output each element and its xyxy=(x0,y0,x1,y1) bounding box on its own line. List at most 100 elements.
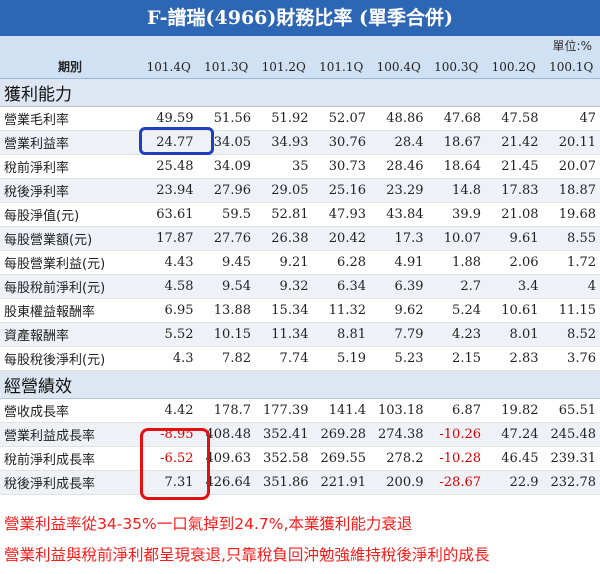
section-header: 經營績效 xyxy=(0,370,600,399)
table-cell: 46.45 xyxy=(485,446,543,471)
header-period: 101.2Q xyxy=(255,56,313,79)
table-cell: 5.23 xyxy=(370,346,428,371)
header-period: 101.4Q xyxy=(140,56,198,79)
table-cell: 6.87 xyxy=(427,398,485,423)
table-cell: 274.38 xyxy=(370,422,428,447)
table-cell: 2.15 xyxy=(427,346,485,371)
table-header: 期別 101.4Q 101.3Q 101.2Q 101.1Q 100.4Q 100.3Q 10… xyxy=(0,56,600,79)
table-cell: 8.81 xyxy=(312,322,370,347)
table-cell: 47.58 xyxy=(485,106,543,131)
table-cell: 3.4 xyxy=(485,274,543,299)
table-cell: 7.74 xyxy=(255,346,313,371)
row-label: 營收成長率 xyxy=(0,398,140,423)
financial-ratio-table: 期別 101.4Q 101.3Q 101.2Q 101.1Q 100.4Q 100.3Q 10… xyxy=(0,56,600,495)
header-period-label: 期別 xyxy=(0,56,140,79)
table-row: 每股稅前淨利(元) 4.58 9.54 9.32 6.34 6.39 2.7 3.4 4 xyxy=(0,274,600,299)
row-label: 股東權益報酬率 xyxy=(0,298,140,323)
table-cell: 28.46 xyxy=(370,154,428,179)
table-cell: 232.78 xyxy=(542,470,600,495)
row-label: 每股營業額(元) xyxy=(0,226,140,251)
table-row: 稅後淨利成長率 7.31 426.64 351.86 221.91 200.9 -28.67… xyxy=(0,470,600,495)
table-cell: 25.16 xyxy=(312,178,370,203)
table-cell: 63.61 xyxy=(140,202,198,227)
table-cell: 47.93 xyxy=(312,202,370,227)
section-header: 獲利能力 xyxy=(0,78,600,107)
table-row: 每股營業額(元) 17.87 27.76 26.38 20.42 17.3 10.07 9.6… xyxy=(0,226,600,251)
table-cell: 7.82 xyxy=(197,346,255,371)
table-cell: 52.81 xyxy=(255,202,313,227)
table-cell: 6.34 xyxy=(312,274,370,299)
table-cell: 10.15 xyxy=(197,322,255,347)
header-period: 100.3Q xyxy=(427,56,485,79)
row-label: 每股淨值(元) xyxy=(0,202,140,227)
row-label: 稅前淨利成長率 xyxy=(0,446,140,471)
table-cell: 10.61 xyxy=(485,298,543,323)
header-period: 100.4Q xyxy=(370,56,428,79)
table-cell: 20.42 xyxy=(312,226,370,251)
table-cell: 52.07 xyxy=(312,106,370,131)
table-cell: 9.32 xyxy=(255,274,313,299)
table-cell: 269.28 xyxy=(312,422,370,447)
table-cell: 30.73 xyxy=(312,154,370,179)
table-cell: 23.94 xyxy=(140,178,198,203)
table-cell: 1.88 xyxy=(427,250,485,275)
row-label: 每股稅後淨利(元) xyxy=(0,346,140,371)
table-cell: 141.4 xyxy=(312,398,370,423)
header-period: 100.2Q xyxy=(485,56,543,79)
table-cell: 22.9 xyxy=(485,470,543,495)
table-cell: 351.86 xyxy=(255,470,313,495)
table-cell: 35 xyxy=(255,154,313,179)
table-cell: 48.86 xyxy=(370,106,428,131)
table-row: 稅後淨利率 23.94 27.96 29.05 25.16 23.29 14.8 17.83 1… xyxy=(0,178,600,203)
table-cell: 27.76 xyxy=(197,226,255,251)
unit-label: 單位:% xyxy=(552,39,592,53)
table-cell: 30.76 xyxy=(312,130,370,155)
table-cell: 13.88 xyxy=(197,298,255,323)
table-cell: 11.32 xyxy=(312,298,370,323)
table-cell: 21.45 xyxy=(485,154,543,179)
table-row: 稅前淨利成長率 -6.52 409.63 352.58 269.55 278.2 -10.2… xyxy=(0,446,600,471)
table-row: 每股營業利益(元) 4.43 9.45 9.21 6.28 4.91 1.88 2.06 1.7… xyxy=(0,250,600,275)
annotation-note-2: 營業利益與稅前淨利都呈現衰退,只靠稅負回沖勉強維持稅後淨利的成長 xyxy=(4,546,490,564)
table-cell: 29.05 xyxy=(255,178,313,203)
table-cell: 43.84 xyxy=(370,202,428,227)
table-cell: 47.68 xyxy=(427,106,485,131)
table-cell: 51.92 xyxy=(255,106,313,131)
table-cell: 278.2 xyxy=(370,446,428,471)
table-cell: 9.54 xyxy=(197,274,255,299)
table-cell: 19.68 xyxy=(542,202,600,227)
table-cell: 352.58 xyxy=(255,446,313,471)
table-cell: 26.38 xyxy=(255,226,313,251)
table-cell: 20.11 xyxy=(542,130,600,155)
table-cell: 18.64 xyxy=(427,154,485,179)
table-cell: -10.26 xyxy=(427,422,485,447)
table-cell: -10.28 xyxy=(427,446,485,471)
highlight-box-operating-margin xyxy=(139,127,214,155)
table-cell: 269.55 xyxy=(312,446,370,471)
table-cell: 221.91 xyxy=(312,470,370,495)
table-cell: 352.41 xyxy=(255,422,313,447)
table-cell: 19.82 xyxy=(485,398,543,423)
table-cell: 2.7 xyxy=(427,274,485,299)
table-cell: 34.93 xyxy=(255,130,313,155)
table-cell: 4.91 xyxy=(370,250,428,275)
row-label: 營業毛利率 xyxy=(0,106,140,131)
table-cell: 27.96 xyxy=(197,178,255,203)
table-cell: 59.5 xyxy=(197,202,255,227)
row-label: 稅前淨利率 xyxy=(0,154,140,179)
table-cell: 20.07 xyxy=(542,154,600,179)
table-row: 營業利益成長率 -8.95 408.48 352.41 269.28 274.38 -10.… xyxy=(0,422,600,447)
table-cell: 178.7 xyxy=(197,398,255,423)
table-cell: 65.51 xyxy=(542,398,600,423)
table-cell: 1.72 xyxy=(542,250,600,275)
table-cell: 4.42 xyxy=(140,398,198,423)
row-label: 營業利益率 xyxy=(0,130,140,155)
table-cell: 2.83 xyxy=(485,346,543,371)
table-cell: 4.58 xyxy=(140,274,198,299)
table-cell: 17.83 xyxy=(485,178,543,203)
section-title: 獲利能力 xyxy=(0,78,600,107)
table-cell: 4 xyxy=(542,274,600,299)
header-period: 101.3Q xyxy=(197,56,255,79)
table-cell: 21.08 xyxy=(485,202,543,227)
table-cell: 23.29 xyxy=(370,178,428,203)
